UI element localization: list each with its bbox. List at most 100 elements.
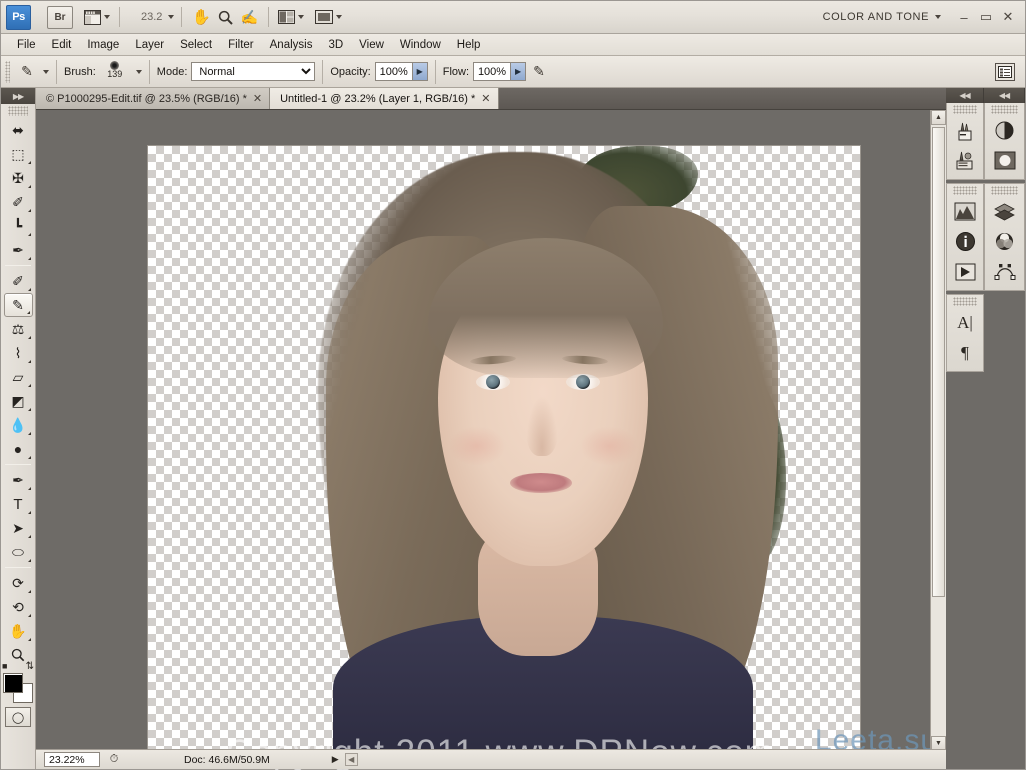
opacity-field[interactable]: ▶ <box>374 62 428 81</box>
panel-group-grip[interactable] <box>953 297 977 306</box>
chevron-down-icon[interactable] <box>168 15 175 19</box>
brush-presets-panel-icon[interactable] <box>950 146 980 175</box>
color-panel-icon[interactable] <box>990 227 1020 256</box>
mini-bridge-icon[interactable] <box>83 5 111 29</box>
flow-input[interactable] <box>474 63 511 80</box>
quick-mask-icon[interactable]: ◯ <box>5 707 31 727</box>
tool-hand[interactable]: ✋ <box>4 619 33 643</box>
resize-grip-icon[interactable]: ◀ <box>344 753 358 766</box>
document-tab[interactable]: © P1000295-Edit.tif @ 23.5% (RGB/16) * ✕ <box>36 88 271 109</box>
vertical-scroll-thumb[interactable] <box>932 127 945 597</box>
panel-group-grip[interactable] <box>953 186 977 195</box>
scroll-up-arrow[interactable]: ▲ <box>931 110 946 125</box>
tool-horizontal-type[interactable]: T <box>4 492 33 516</box>
tool-eyedropper[interactable]: ✒ <box>4 238 33 262</box>
maximize-button[interactable]: ▭ <box>975 7 997 27</box>
hand-tool-icon[interactable]: ✋ <box>190 5 212 29</box>
photoshop-logo[interactable]: Ps <box>6 4 31 30</box>
blend-mode-select[interactable]: Normal <box>191 62 316 81</box>
panel-list-icon[interactable] <box>995 62 1015 81</box>
menu-image[interactable]: Image <box>79 37 127 53</box>
close-button[interactable]: ✕ <box>997 7 1019 27</box>
panel-group-grip[interactable] <box>991 186 1018 195</box>
menu-filter[interactable]: Filter <box>220 37 262 53</box>
expand-toolbar-icon[interactable]: ▶▶ <box>1 88 35 104</box>
tool-ellipse-shape[interactable]: ⬭ <box>4 540 33 564</box>
tool-quick-selection[interactable]: ✐ <box>4 190 33 214</box>
tool-lasso[interactable]: ✠ <box>4 166 33 190</box>
masks-panel-icon[interactable] <box>990 146 1020 175</box>
color-swatches[interactable]: ■ ⇅ <box>2 661 34 703</box>
menu-select[interactable]: Select <box>172 37 220 53</box>
menu-analysis[interactable]: Analysis <box>262 37 321 53</box>
timing-icon[interactable]: ⏱ <box>104 752 124 768</box>
zoom-tool-icon[interactable] <box>214 5 236 29</box>
collapse-panels-icon[interactable]: ◀◀ <box>984 88 1025 103</box>
layers-panel-icon[interactable] <box>990 197 1020 226</box>
options-bar-grip[interactable] <box>5 60 10 83</box>
menu-edit[interactable]: Edit <box>44 37 80 53</box>
flow-field[interactable]: ▶ <box>473 62 527 81</box>
chevron-down-icon[interactable] <box>43 69 49 74</box>
foreground-color-swatch[interactable] <box>3 673 23 693</box>
screen-mode-icon[interactable] <box>314 5 343 29</box>
minimize-button[interactable]: – <box>953 7 975 27</box>
tool-clone-stamp[interactable]: ⚖ <box>4 317 33 341</box>
histogram-panel-icon[interactable] <box>950 197 980 226</box>
panel-group-info <box>946 183 984 291</box>
tool-spot-healing-brush[interactable]: ✐ <box>4 269 33 293</box>
menu-help[interactable]: Help <box>449 37 489 53</box>
document-tab[interactable]: Untitled-1 @ 23.2% (Layer 1, RGB/16) * ✕ <box>270 88 499 109</box>
tool-blur[interactable]: 💧 <box>4 413 33 437</box>
tool-path-selection[interactable]: ➤ <box>4 516 33 540</box>
close-icon[interactable]: ✕ <box>253 92 262 105</box>
adjustments-panel-icon[interactable] <box>990 116 1020 145</box>
tool-eraser[interactable]: ▱ <box>4 365 33 389</box>
menu-view[interactable]: View <box>351 37 392 53</box>
zoom-percentage-field[interactable]: 23.22% <box>44 752 100 767</box>
opacity-slider-arrow[interactable]: ▶ <box>411 63 427 80</box>
tool-brush[interactable]: ✎ <box>3 293 33 317</box>
arrange-documents-icon[interactable] <box>277 5 305 29</box>
panel-group-grip[interactable] <box>991 105 1018 114</box>
close-icon[interactable]: ✕ <box>481 92 490 105</box>
actions-panel-icon[interactable] <box>950 257 980 286</box>
character-panel-icon[interactable]: A| <box>950 308 980 337</box>
menu-window[interactable]: Window <box>392 37 449 53</box>
info-panel-icon[interactable] <box>950 227 980 256</box>
workspace-switcher[interactable]: COLOR AND TONE <box>823 11 941 23</box>
zoom-level-display[interactable]: 23.2 <box>141 11 162 23</box>
menu-layer[interactable]: Layer <box>127 37 172 53</box>
brush-panel-icon[interactable] <box>950 116 980 145</box>
default-colors-icon[interactable]: ■ <box>2 661 7 671</box>
photoshop-window: Ps Br 23.2 ✋ ✍ COLOR AND TONE – ▭ ✕ File… <box>0 0 1026 770</box>
status-menu-arrow[interactable]: ▶ <box>332 754 339 765</box>
tool-3d-object-rotate[interactable]: ⟳ <box>4 571 33 595</box>
chevron-down-icon[interactable] <box>135 69 142 74</box>
rotate-view-icon[interactable]: ✍ <box>238 5 260 29</box>
vertical-scrollbar[interactable]: ▲ ▼ <box>930 110 946 751</box>
tool-move[interactable]: ⬌ <box>4 118 33 142</box>
opacity-input[interactable] <box>375 63 412 80</box>
tool-pen[interactable]: ✒ <box>4 468 33 492</box>
tool-rectangular-marquee[interactable]: ⬚ <box>4 142 33 166</box>
airbrush-icon[interactable]: ✎ <box>526 60 552 84</box>
menu-3d[interactable]: 3D <box>320 37 351 53</box>
tool-gradient[interactable]: ◩ <box>4 389 33 413</box>
brush-tool-icon[interactable]: ✎ <box>14 60 40 84</box>
tool-history-brush[interactable]: ⌇ <box>4 341 33 365</box>
tool-crop[interactable]: ┗ <box>4 214 33 238</box>
tool-3d-camera-rotate[interactable]: ⟲ <box>4 595 33 619</box>
paths-panel-icon[interactable] <box>990 257 1020 286</box>
image-canvas[interactable] <box>147 145 861 761</box>
swap-colors-icon[interactable]: ⇅ <box>26 661 34 672</box>
panel-group-grip[interactable] <box>953 105 977 114</box>
brush-preset-picker[interactable]: 139 <box>100 59 130 85</box>
collapse-panels-icon[interactable]: ◀◀ <box>946 88 984 103</box>
launch-bridge-button[interactable]: Br <box>47 5 73 29</box>
menu-file[interactable]: File <box>9 37 44 53</box>
paragraph-panel-icon[interactable]: ¶ <box>950 338 980 367</box>
flow-slider-arrow[interactable]: ▶ <box>510 63 526 80</box>
toolbar-grip[interactable] <box>8 106 28 116</box>
tool-dodge[interactable]: ● <box>4 437 33 461</box>
